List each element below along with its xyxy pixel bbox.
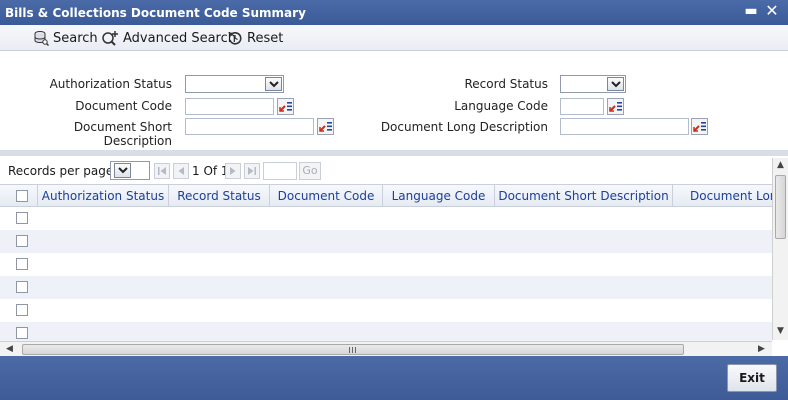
chevron-down-icon [114, 163, 131, 178]
document-short-description-input[interactable] [185, 118, 314, 135]
previous-page-icon[interactable] [173, 163, 189, 179]
document-long-description-input[interactable] [560, 118, 689, 135]
goto-page-input[interactable] [263, 162, 297, 180]
document-code-input[interactable] [185, 98, 274, 115]
chevron-down-icon [265, 77, 282, 91]
language-code-label: Language Code [454, 99, 548, 113]
reset-icon [228, 32, 242, 45]
next-page-icon[interactable] [225, 163, 241, 179]
pagination-bar: Records per page 15 1 Of 1 Go [0, 158, 676, 183]
reset-button[interactable]: Reset [227, 29, 283, 47]
select-all-checkbox[interactable] [16, 190, 28, 202]
column-header-record-status[interactable]: Record Status [169, 185, 270, 207]
list-of-values-icon[interactable] [607, 98, 624, 115]
table-row[interactable] [0, 299, 772, 322]
select-all-cell [0, 185, 38, 207]
window-title: Bills & Collections Document Code Summar… [5, 6, 306, 20]
results-grid: Authorization Status Record Status Docum… [0, 184, 772, 342]
scroll-up-icon[interactable]: ▲ [777, 160, 784, 170]
search-button[interactable]: Search [33, 29, 98, 47]
row-checkbox[interactable] [16, 212, 28, 224]
search-icon [34, 31, 49, 46]
scroll-down-icon[interactable]: ▼ [777, 326, 784, 336]
list-of-values-icon[interactable] [691, 118, 708, 135]
list-of-values-icon[interactable] [277, 98, 294, 115]
table-row[interactable] [0, 322, 772, 342]
section-divider [0, 150, 788, 156]
row-checkbox[interactable] [16, 258, 28, 270]
grid-header: Authorization Status Record Status Docum… [0, 184, 772, 207]
row-checkbox[interactable] [16, 281, 28, 293]
exit-button[interactable]: Exit [727, 364, 777, 392]
document-short-description-label: Document Short Description [73, 120, 172, 148]
authorization-status-select[interactable] [185, 75, 284, 93]
column-header-language-code[interactable]: Language Code [383, 185, 495, 207]
footer-bar: Exit [0, 356, 788, 400]
row-checkbox[interactable] [16, 327, 28, 339]
scroll-left-icon[interactable]: ◀ [6, 344, 13, 354]
go-button[interactable]: Go [299, 162, 321, 180]
table-row[interactable] [0, 276, 772, 299]
document-long-description-label: Document Long Description [380, 120, 548, 134]
horizontal-scroll-thumb[interactable] [22, 344, 684, 355]
search-criteria-panel: Authorization Status Record Status Docum… [0, 51, 788, 148]
document-code-label: Document Code [75, 99, 172, 113]
chevron-down-icon [607, 77, 624, 91]
record-status-label: Record Status [464, 77, 548, 91]
window-titlebar: Bills & Collections Document Code Summar… [0, 0, 788, 25]
column-header-authorization-status[interactable]: Authorization Status [38, 185, 169, 207]
close-icon[interactable]: ✕ [764, 3, 780, 19]
last-page-icon[interactable] [244, 163, 260, 179]
reset-label: Reset [247, 30, 284, 46]
table-row[interactable] [0, 253, 772, 276]
language-code-input[interactable] [560, 98, 604, 115]
page-info: 1 Of 1 [192, 164, 229, 178]
records-per-page-label: Records per page [8, 164, 114, 178]
advanced-search-button[interactable]: Advanced Search [101, 29, 236, 47]
toolbar: Search Advanced Search Reset [0, 25, 788, 51]
vertical-scroll-thumb[interactable] [775, 175, 786, 239]
list-of-values-icon[interactable] [317, 118, 334, 135]
horizontal-scrollbar[interactable]: ◀ ▶ [0, 341, 772, 356]
vertical-scrollbar[interactable]: ▲ ▼ [772, 158, 788, 340]
scroll-right-icon[interactable]: ▶ [758, 344, 765, 354]
record-status-select[interactable] [560, 75, 626, 93]
authorization-status-label: Authorization Status [49, 77, 172, 91]
search-label: Search [53, 30, 98, 46]
table-row[interactable] [0, 230, 772, 253]
records-per-page-select[interactable]: 15 [110, 161, 150, 180]
row-checkbox[interactable] [16, 304, 28, 316]
column-header-document-short-description[interactable]: Document Short Description [495, 185, 673, 207]
grip-icon [349, 347, 356, 353]
row-checkbox[interactable] [16, 235, 28, 247]
advanced-search-label: Advanced Search [123, 30, 237, 46]
table-row[interactable] [0, 207, 772, 230]
column-header-document-code[interactable]: Document Code [270, 185, 383, 207]
minimize-icon[interactable]: ▬ [743, 3, 759, 19]
first-page-icon[interactable] [154, 163, 170, 179]
column-header-document-long-description[interactable]: Document Long Description [673, 185, 772, 207]
advanced-search-icon [102, 31, 118, 46]
